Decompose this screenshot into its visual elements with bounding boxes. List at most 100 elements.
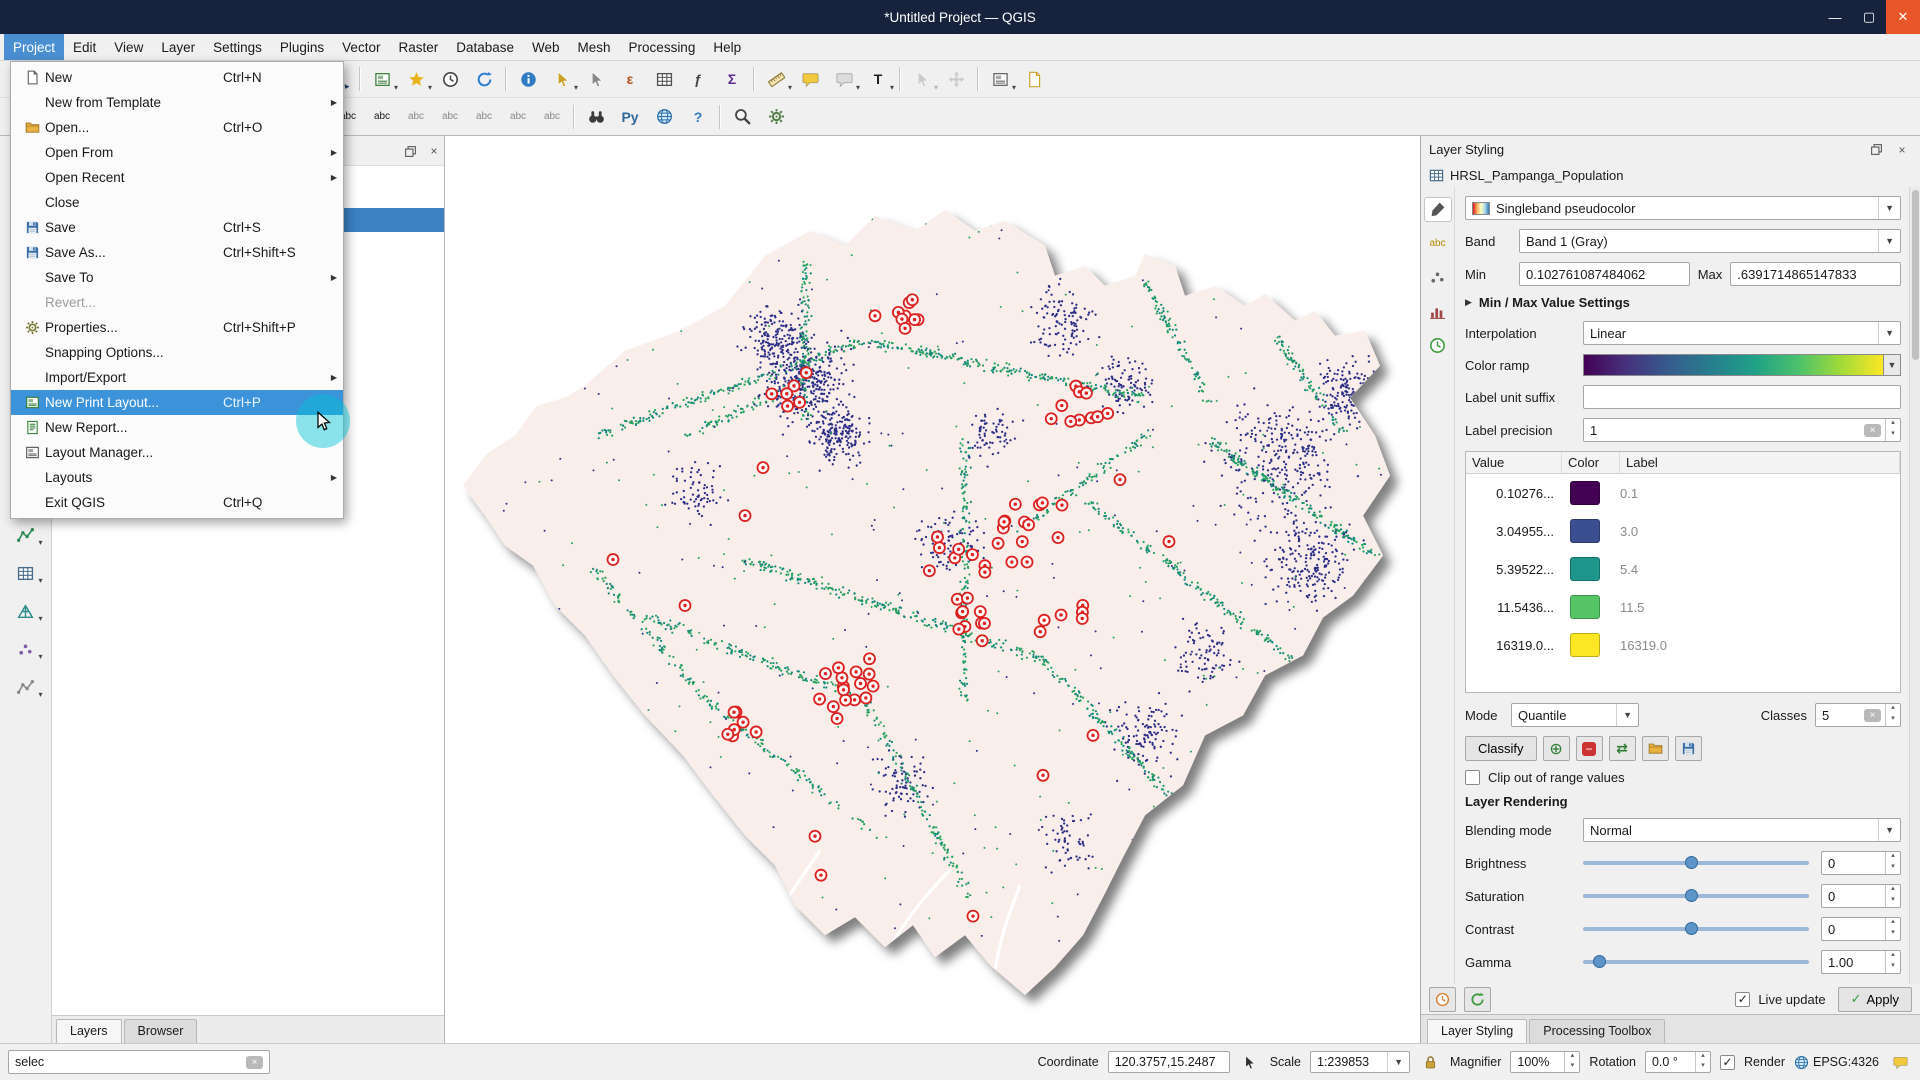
styling-panel-float-button[interactable] bbox=[1866, 140, 1886, 160]
classification-table[interactable]: Value Color Label 0.10276... 0.1 3.04955..… bbox=[1465, 451, 1901, 693]
minmax-expand-icon[interactable]: ▶ bbox=[1465, 297, 1472, 308]
contrast-slider[interactable] bbox=[1583, 922, 1809, 935]
measure-button[interactable]: ▾ bbox=[759, 64, 793, 94]
menu-project[interactable]: Project bbox=[4, 34, 65, 60]
class-color-swatch[interactable] bbox=[1570, 481, 1600, 505]
classes-spinner[interactable]: 5 × ▴ ▾ bbox=[1815, 703, 1901, 727]
blending-mode-select[interactable]: Normal ▼ bbox=[1583, 818, 1901, 842]
maximize-button[interactable]: ▢ bbox=[1852, 0, 1886, 34]
mode-select[interactable]: Quantile ▼ bbox=[1511, 703, 1639, 727]
change-label-button[interactable]: abc bbox=[535, 102, 569, 132]
menu-edit[interactable]: Edit bbox=[64, 34, 105, 60]
locator-search-input[interactable]: selec × bbox=[8, 1050, 270, 1074]
menu-item-close[interactable]: Close bbox=[11, 190, 343, 215]
magnifier-spinner[interactable]: 100% ▴ ▾ bbox=[1510, 1051, 1581, 1073]
help-contents-button[interactable]: ? bbox=[681, 102, 715, 132]
save-color-map-button[interactable] bbox=[1674, 736, 1702, 761]
tab-layer-styling[interactable]: Layer Styling bbox=[1427, 1019, 1528, 1043]
label-precision-spinner[interactable]: 1 × ▴ ▾ bbox=[1583, 418, 1901, 442]
scale-select[interactable]: 1:239853 ▼ bbox=[1310, 1051, 1410, 1073]
add-class-button[interactable]: ⊕ bbox=[1542, 736, 1570, 761]
decorations-button[interactable]: ▾ bbox=[983, 64, 1017, 94]
minimize-button[interactable]: — bbox=[1818, 0, 1852, 34]
add-raster-layer-button[interactable]: ▾ bbox=[8, 559, 44, 587]
spin-buttons[interactable]: ▴ ▾ bbox=[1885, 704, 1900, 726]
menu-item-save[interactable]: Save Ctrl+S bbox=[11, 215, 343, 240]
menu-item-new-report[interactable]: New Report... bbox=[11, 415, 343, 440]
clip-checkbox[interactable] bbox=[1465, 770, 1480, 785]
temporal-controller-button[interactable] bbox=[433, 64, 467, 94]
new-annotation-button[interactable]: ▾ bbox=[827, 64, 861, 94]
coordinate-input[interactable]: 120.3757,15.2487 bbox=[1107, 1051, 1230, 1073]
brightness-value[interactable]: 0 ▴ ▾ bbox=[1821, 851, 1901, 875]
menu-processing[interactable]: Processing bbox=[620, 34, 705, 60]
highlight-pinned-labels-button[interactable]: abc bbox=[433, 102, 467, 132]
transparency-button[interactable] bbox=[1424, 265, 1452, 290]
layers-panel-close-button[interactable]: × bbox=[424, 141, 444, 161]
menu-web[interactable]: Web bbox=[523, 34, 569, 60]
quickmap-services-button[interactable] bbox=[647, 102, 681, 132]
menu-mesh[interactable]: Mesh bbox=[569, 34, 620, 60]
layers-panel-float-button[interactable] bbox=[400, 141, 420, 161]
map-canvas[interactable] bbox=[445, 136, 1420, 1043]
crs-button[interactable]: EPSG:4326 bbox=[1794, 1055, 1879, 1070]
menu-item-layout-manager[interactable]: Layout Manager... bbox=[11, 440, 343, 465]
class-color-swatch[interactable] bbox=[1570, 633, 1600, 657]
band-select[interactable]: Band 1 (Gray) ▼ bbox=[1519, 229, 1901, 253]
move-feature-button[interactable] bbox=[939, 64, 973, 94]
histogram-button[interactable] bbox=[1424, 299, 1452, 324]
styling-scrollbar[interactable] bbox=[1909, 187, 1920, 984]
load-color-map-button[interactable] bbox=[1641, 736, 1669, 761]
remove-class-button[interactable]: − bbox=[1575, 736, 1603, 761]
coordinate-extents-toggle-button[interactable] bbox=[1239, 1051, 1261, 1073]
max-input[interactable]: .6391714865147833 bbox=[1730, 262, 1901, 286]
spin-buttons[interactable]: ▴ ▾ bbox=[1885, 419, 1900, 441]
tab-browser[interactable]: Browser bbox=[123, 1019, 198, 1043]
select-features-by-value-button[interactable]: ▾ bbox=[905, 64, 939, 94]
gamma-slider[interactable] bbox=[1583, 955, 1809, 968]
menu-raster[interactable]: Raster bbox=[389, 34, 447, 60]
live-update-checkbox[interactable]: ✓ bbox=[1735, 991, 1751, 1007]
menu-view[interactable]: View bbox=[105, 34, 152, 60]
class-row[interactable]: 3.04955... 3.0 bbox=[1466, 512, 1900, 550]
clear-icon[interactable]: × bbox=[1864, 708, 1881, 722]
add-point-cloud-layer-button[interactable]: ▾ bbox=[8, 635, 44, 663]
refresh-map-button[interactable] bbox=[467, 64, 501, 94]
saturation-slider[interactable] bbox=[1583, 889, 1809, 902]
color-ramp-preview[interactable] bbox=[1583, 354, 1883, 376]
gamma-value[interactable]: 1.00 ▴ ▾ bbox=[1821, 950, 1901, 974]
interpolation-select[interactable]: Linear ▼ bbox=[1583, 321, 1901, 345]
locator-search-button[interactable] bbox=[725, 102, 759, 132]
menu-item-import-export[interactable]: Import/Export ▶ bbox=[11, 365, 343, 390]
rotation-spinner[interactable]: 0.0 ° ▴ ▾ bbox=[1644, 1051, 1711, 1073]
menu-item-open-from[interactable]: Open From ▶ bbox=[11, 140, 343, 165]
brightness-slider[interactable] bbox=[1583, 856, 1809, 869]
messages-button[interactable] bbox=[1888, 1051, 1912, 1073]
open-attribute-table-button[interactable] bbox=[647, 64, 681, 94]
add-mesh-layer-button[interactable]: ▾ bbox=[8, 597, 44, 625]
classify-button[interactable]: Classify bbox=[1465, 736, 1537, 761]
menu-item-new[interactable]: New Ctrl+N bbox=[11, 65, 343, 90]
select-features-button[interactable]: ▾ bbox=[545, 64, 579, 94]
class-color-swatch[interactable] bbox=[1570, 519, 1600, 543]
osm-place-search-button[interactable] bbox=[579, 102, 613, 132]
move-label-button[interactable]: abc bbox=[467, 102, 501, 132]
project-notes-button[interactable] bbox=[1017, 64, 1051, 94]
spatial-bookmarks-button[interactable]: ▾ bbox=[399, 64, 433, 94]
locator-clear-icon[interactable]: × bbox=[246, 1055, 263, 1069]
tab-processing-toolbox[interactable]: Processing Toolbox bbox=[1529, 1019, 1666, 1043]
menu-item-open[interactable]: Open... Ctrl+O bbox=[11, 115, 343, 140]
layer-diagram-button[interactable]: abc bbox=[365, 102, 399, 132]
style-refresh-button[interactable] bbox=[1464, 986, 1491, 1012]
menu-plugins[interactable]: Plugins bbox=[271, 34, 333, 60]
text-annotation-button[interactable]: T ▾ bbox=[861, 64, 895, 94]
clear-icon[interactable]: × bbox=[1864, 423, 1881, 437]
minmax-settings-section[interactable]: Min / Max Value Settings bbox=[1479, 295, 1630, 310]
map-tips-button[interactable] bbox=[793, 64, 827, 94]
styling-panel-close-button[interactable]: × bbox=[1892, 140, 1912, 160]
min-input[interactable]: 0.102761087484062 bbox=[1519, 262, 1690, 286]
saturation-value[interactable]: 0 ▴ ▾ bbox=[1821, 884, 1901, 908]
statistical-summary-button[interactable]: Σ bbox=[715, 64, 749, 94]
labels-button[interactable]: abc bbox=[1424, 231, 1452, 256]
menu-item-exit-qgis[interactable]: Exit QGIS Ctrl+Q bbox=[11, 490, 343, 515]
